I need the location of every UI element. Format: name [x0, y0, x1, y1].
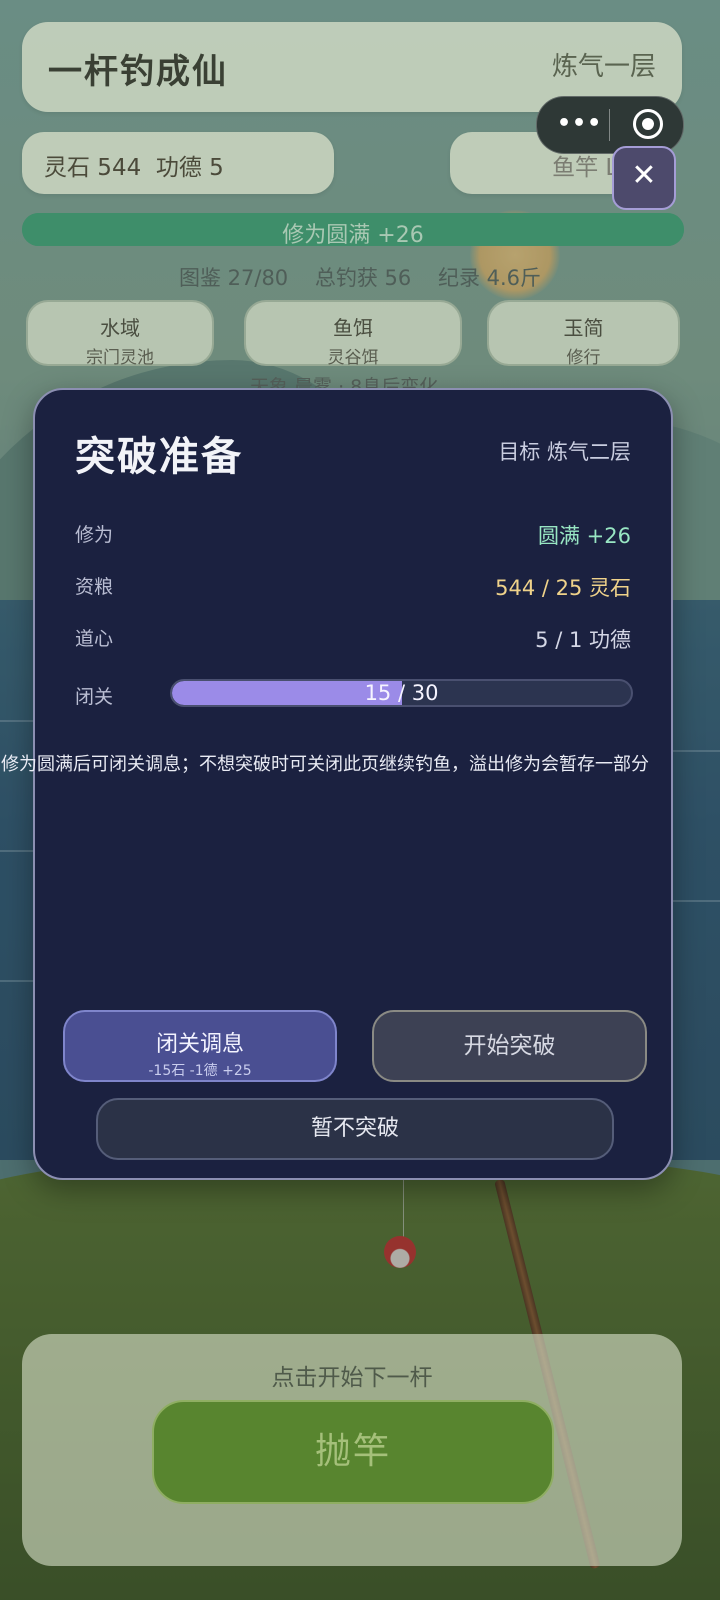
selector-title: 玉简: [563, 316, 604, 340]
modal-target-realm: 目标 炼气二层: [498, 440, 631, 464]
row-label: 修为: [75, 524, 114, 546]
breakthrough-modal: 突破准备 目标 炼气二层 修为 圆满 +26 资粮 544 / 25 灵石 道心…: [1, 388, 673, 1180]
next-cast-hint: 点击开始下一杆: [271, 1365, 433, 1391]
resources-card: 灵石 544 功德 5: [22, 132, 334, 194]
total-catch-stat: 总钓获 56: [314, 266, 412, 290]
row-label: 道心: [75, 628, 114, 650]
seclusion-progress-text: 15 / 30: [364, 681, 439, 705]
water-area-selector[interactable]: 水域 宗门灵池: [26, 300, 214, 368]
rest-button-label: 闭关调息: [155, 1032, 244, 1057]
row-value: 圆满 +26: [538, 524, 631, 548]
row-value: 5 / 1 功德: [535, 628, 631, 652]
selector-value: 宗门灵池: [86, 348, 154, 368]
row-label: 闭关: [75, 686, 114, 708]
resources-row: 资粮 544 / 25 灵石: [75, 572, 631, 604]
row-value: 544 / 25 灵石: [495, 576, 631, 600]
modal-title: 突破准备: [75, 434, 243, 480]
realm-label: 炼气一层: [551, 52, 656, 82]
cast-button[interactable]: 抛竿: [152, 1400, 554, 1504]
record-stat: 纪录 4.6斤: [437, 266, 542, 290]
seclusion-progress-bar: 15 / 30: [170, 679, 633, 707]
rest-button-cost: -15石 -1德 +25: [148, 1063, 252, 1079]
stats-line: 图鉴 27/80 总钓获 56 纪录 4.6斤: [0, 262, 720, 292]
start-breakthrough-button[interactable]: 开始突破: [372, 1010, 647, 1082]
cultivation-bar-text: 修为圆满 +26: [282, 223, 424, 246]
selector-title: 鱼饵: [333, 316, 373, 340]
more-dots-icon[interactable]: •••: [557, 111, 602, 136]
rest-button[interactable]: 闭关调息 -15石 -1德 +25: [63, 1010, 337, 1082]
selector-value: 修行: [566, 348, 601, 368]
collection-stat: 图鉴 27/80: [178, 266, 289, 290]
skip-breakthrough-button[interactable]: 暂不突破: [96, 1098, 614, 1160]
target-icon[interactable]: [633, 109, 663, 139]
selector-value: 灵谷饵: [327, 348, 379, 368]
dao-heart-row: 道心 5 / 1 功德: [75, 624, 631, 656]
resources-text: 灵石 544 功德 5: [44, 155, 224, 181]
selector-title: 水域: [100, 316, 140, 340]
breakthrough-hint: 修为圆满后可闭关调息；不想突破时可关闭此页继续钓鱼，溢出修为会暂存一部分: [1, 754, 649, 775]
row-label: 资粮: [75, 576, 114, 598]
jade-slip-selector[interactable]: 玉简 修行: [487, 300, 680, 368]
capsule-divider: [609, 109, 610, 141]
bottom-panel: 点击开始下一杆 抛竿: [22, 1334, 682, 1566]
game-title: 一杆钓成仙: [48, 52, 228, 92]
bait-selector[interactable]: 鱼饵 灵谷饵: [244, 300, 462, 368]
cultivation-row: 修为 圆满 +26: [75, 520, 631, 552]
close-icon[interactable]: ✕: [612, 146, 676, 210]
cultivation-bar: 修为圆满 +26: [22, 213, 684, 246]
